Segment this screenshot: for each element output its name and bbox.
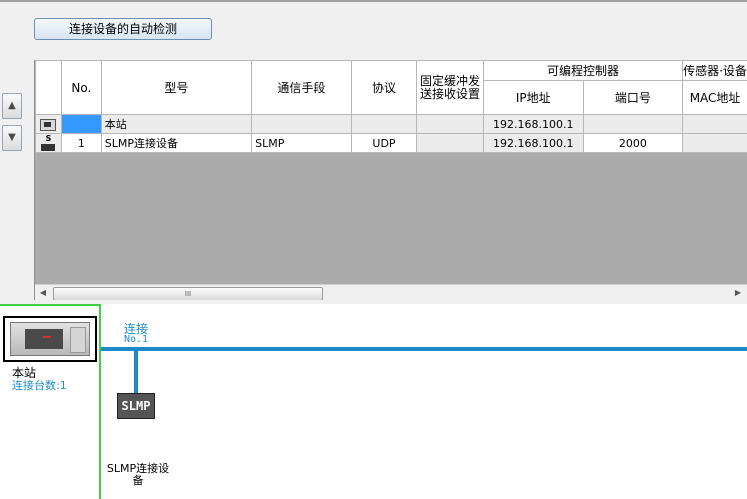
connection-no: No.1 [124,334,149,345]
move-down-icon[interactable]: ▼ [2,125,22,151]
header-port[interactable]: 端口号 [582,80,684,115]
horizontal-scrollbar[interactable]: ◀ III ▶ [35,284,747,300]
scrollbar-thumb[interactable]: III [53,287,323,300]
cell-fixed-buffer[interactable] [416,114,484,134]
header-protocol[interactable]: 协议 [350,60,418,115]
header-mac[interactable]: MAC地址 [682,80,747,115]
connection-count: 连接台数:1 [12,379,67,392]
cell-no[interactable] [60,114,102,134]
slmp-device-icon: S [35,133,62,153]
header-no[interactable]: No. [60,60,102,115]
own-station-icon [35,114,62,134]
cell-comm-means[interactable]: SLMP [251,133,352,153]
settings-table: No. 型号 通信手段 协议 固定缓冲发送接收设置 可编程控制器 传感器·设备 … [35,60,747,153]
cell-comm-means[interactable] [251,114,352,134]
auto-detect-button[interactable]: 连接设备的自动检测 [34,18,212,40]
table-row[interactable]: S 1 SLMP连接设备 SLMP UDP 192.168.100.1 2000 [35,133,747,153]
scroll-right-icon[interactable]: ▶ [732,287,744,299]
header-sensor-group: 传感器·设备 [682,60,747,81]
own-station-frame-divider [99,304,101,499]
move-up-icon[interactable]: ▲ [2,93,22,119]
slmp-icon-letter: S [45,134,52,143]
cell-ip[interactable]: 192.168.100.1 [482,114,584,134]
scroll-left-icon[interactable]: ◀ [37,287,49,299]
cell-port[interactable] [582,114,684,134]
header-fixed-buffer[interactable]: 固定缓冲发送接收设置 [416,60,484,115]
slmp-device-name: SLMP连接设备 [106,462,170,487]
cell-ip[interactable]: 192.168.100.1 [482,133,584,153]
network-diagram: 本站 连接台数:1 连接 No.1 SLMP SLMP连接设备 [0,304,747,499]
header-ip[interactable]: IP地址 [482,80,584,115]
cell-port[interactable]: 2000 [582,133,684,153]
header-model[interactable]: 型号 [100,60,253,115]
cell-model[interactable]: 本站 [100,114,253,134]
header-icon-col [35,60,62,115]
header-comm-means[interactable]: 通信手段 [251,60,352,115]
table-row[interactable]: 本站 192.168.100.1 [35,114,747,134]
cell-protocol[interactable]: UDP [350,133,418,153]
header-plc-group: 可编程控制器 [482,60,684,81]
cell-mac[interactable] [682,133,747,153]
device-drop-line [134,351,138,395]
ethernet-bus-line [101,347,747,351]
cell-no[interactable]: 1 [60,133,102,153]
cell-mac[interactable] [682,114,747,134]
cell-model[interactable]: SLMP连接设备 [100,133,253,153]
cell-protocol[interactable] [350,114,418,134]
top-separator [0,0,747,2]
connection-settings-grid: No. 型号 通信手段 协议 固定缓冲发送接收设置 可编程控制器 传感器·设备 … [34,60,747,300]
cell-fixed-buffer[interactable] [416,133,484,153]
slmp-device-icon[interactable]: SLMP [117,393,155,419]
own-station-frame-top [0,304,100,306]
own-station-plc-icon[interactable] [3,316,97,362]
